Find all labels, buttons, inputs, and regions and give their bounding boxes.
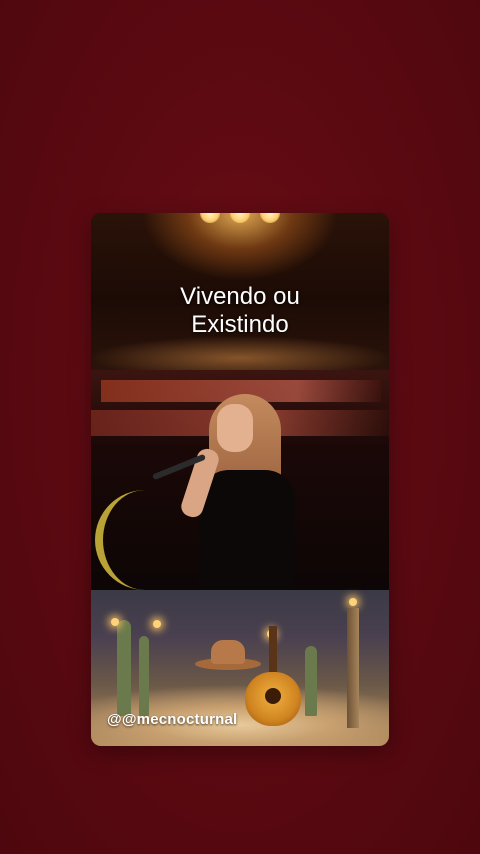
title-line-2: Existindo <box>191 311 289 338</box>
lantern-icon <box>111 618 119 626</box>
cactus-icon <box>305 646 317 716</box>
cactus-icon <box>139 636 149 716</box>
spotlight-icon <box>230 213 250 223</box>
lantern-icon <box>153 620 161 628</box>
hat-crown <box>211 640 245 664</box>
guitar-icon <box>245 626 301 726</box>
title-line-1: Vivendo ou <box>180 283 300 310</box>
spotlight-icon <box>200 213 220 223</box>
lantern-icon <box>349 598 357 606</box>
video-title: Vivendo ou Existindo <box>91 283 389 339</box>
singer-microphone-photo <box>91 370 389 590</box>
guitar-sound-hole <box>265 688 281 704</box>
stage-spotlight-image: Vivendo ou Existindo <box>91 213 389 370</box>
video-card[interactable]: Vivendo ou Existindo @@mecnocturnal <box>91 213 389 746</box>
stage-arch <box>95 490 163 590</box>
singer-face <box>217 404 253 452</box>
creator-handle[interactable]: @@mecnocturnal <box>107 711 237 728</box>
spotlight-icon <box>260 213 280 223</box>
singer-torso <box>199 470 295 590</box>
cactus-icon <box>117 620 131 716</box>
story-screen: Vivendo ou Existindo @@mecnocturnal <box>0 0 480 854</box>
wooden-post <box>347 608 359 728</box>
